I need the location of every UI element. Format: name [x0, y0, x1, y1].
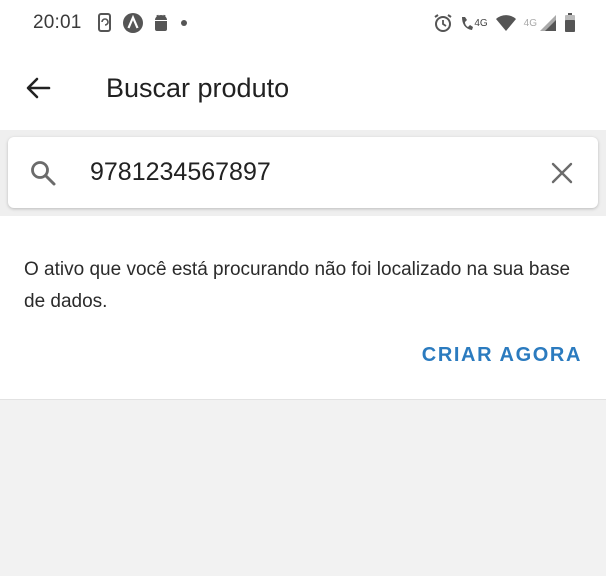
status-system-icons: 4G 4G — [433, 13, 576, 33]
search-bar — [8, 137, 598, 208]
status-bar: 20:01 4G 4G — [0, 0, 606, 46]
dot-icon — [178, 17, 190, 29]
close-icon — [551, 162, 573, 183]
screen: 20:01 4G 4G Buscar produto 9781234567897… — [0, 0, 606, 576]
status-time: 20:01 — [33, 12, 82, 33]
signal-icon: 4G — [524, 14, 557, 32]
battery-icon — [564, 13, 576, 33]
status-notification-icons — [96, 12, 190, 34]
not-found-message: O ativo que você está procurando não foi… — [24, 259, 571, 312]
search-area — [0, 130, 606, 216]
android-icon — [152, 13, 170, 33]
app-a-icon — [122, 12, 144, 34]
arrow-back-icon — [26, 77, 51, 99]
wifi-icon — [495, 14, 517, 32]
search-input[interactable] — [90, 152, 540, 193]
result-card: O ativo que você está procurando não foi… — [0, 216, 606, 400]
page-title: Buscar produto — [106, 72, 290, 103]
network-label-1: 4G — [474, 17, 488, 29]
app-bar: Buscar produto — [0, 46, 606, 130]
network-label-2: 4G — [523, 17, 537, 29]
alarm-icon — [433, 13, 453, 33]
phone-sync-icon — [96, 13, 114, 33]
volte-call-icon: 4G — [460, 14, 488, 32]
back-button[interactable] — [14, 64, 62, 112]
clear-search-button[interactable] — [540, 151, 584, 195]
create-now-button[interactable]: CRIAR AGORA — [422, 344, 582, 367]
search-icon — [28, 158, 58, 188]
